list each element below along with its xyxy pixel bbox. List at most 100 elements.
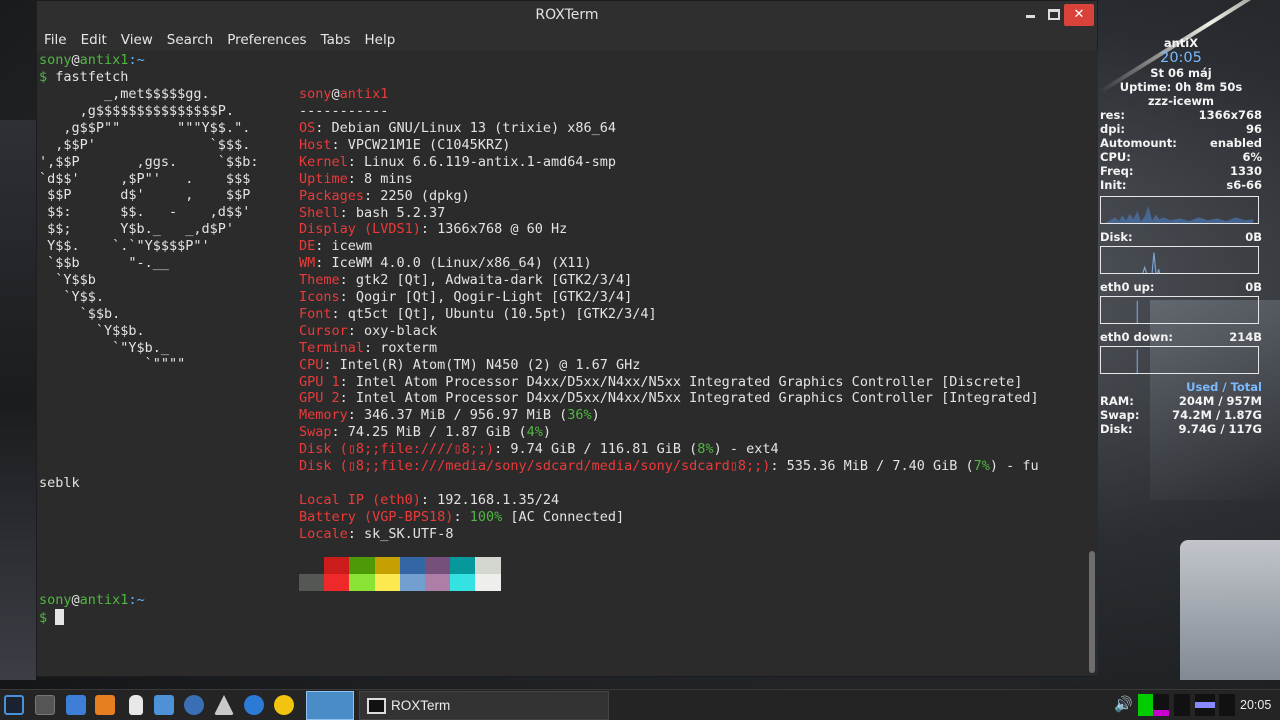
- info-key: Theme: [299, 272, 340, 289]
- conky-row: Freq: 1330: [1100, 164, 1262, 178]
- weather-icon[interactable]: [274, 695, 294, 715]
- info-at: @: [331, 86, 340, 102]
- drive-icon[interactable]: [214, 695, 234, 715]
- roxterm-window[interactable]: ROXTerm ✕ File Edit View Search Preferen…: [36, 0, 1098, 677]
- prompt-path: :~: [128, 592, 145, 608]
- conky-row: Init: s6-66: [1100, 178, 1262, 192]
- disk1-escape: ▯8;;file:////▯8;;): [347, 441, 495, 457]
- info-key: Host: [299, 136, 332, 153]
- info-key: Packages: [299, 187, 365, 204]
- volume-icon[interactable]: 🔊: [1114, 695, 1133, 713]
- disk-monitor-icon[interactable]: [1219, 694, 1235, 716]
- folder-icon[interactable]: [154, 695, 174, 715]
- battery-sep: :: [453, 509, 470, 525]
- logo-line: `$$b "-.__: [39, 255, 170, 271]
- menu-file[interactable]: File: [44, 29, 75, 51]
- color-palette: [299, 557, 501, 591]
- taskbar-clock[interactable]: 20:05: [1240, 698, 1271, 712]
- terminal-launcher-active[interactable]: [306, 691, 354, 720]
- terminal-scrollbar[interactable]: [1087, 51, 1098, 676]
- palette-swatch: [324, 557, 350, 574]
- info-key: DE: [299, 238, 316, 255]
- conky-value: enabled: [1210, 136, 1262, 150]
- memory-percent: 36%: [567, 407, 592, 423]
- prompt-symbol: $: [39, 69, 48, 85]
- input-line[interactable]: $: [39, 609, 65, 627]
- conky-disk-row: Disk: 0B: [1100, 230, 1262, 244]
- menu-preferences[interactable]: Preferences: [227, 29, 314, 51]
- locale-line: Locale: sk_SK.UTF-8: [299, 526, 453, 543]
- battery-percent: 100%: [469, 509, 503, 525]
- palette-swatch: [374, 574, 400, 591]
- conky-label: res:: [1100, 108, 1125, 122]
- info-key: Cursor: [299, 322, 348, 339]
- menu-view[interactable]: View: [121, 29, 161, 51]
- close-button[interactable]: ✕: [1064, 4, 1094, 26]
- info-line: WM: IceWM 4.0.0 (Linux/x86_64) (X11): [299, 255, 592, 272]
- battery-monitor-icon[interactable]: [1195, 694, 1215, 716]
- usage-label: Disk:: [1100, 422, 1133, 436]
- mail-icon[interactable]: [66, 695, 86, 715]
- logo-line: Y$$. `.`"Y$$$$P"': [39, 238, 210, 255]
- info-line: Terminal: roxterm: [299, 340, 437, 357]
- network-monitor-icon[interactable]: [1174, 694, 1190, 716]
- memory-monitor-icon[interactable]: [1153, 694, 1169, 716]
- prompt-path: :~: [128, 52, 145, 68]
- info-line: Kernel: Linux 6.6.119-antix.1-amd64-smp: [299, 154, 616, 171]
- logo-line: ,$$P' `$$$.: [39, 136, 251, 153]
- info-line: Packages: 2250 (dpkg): [299, 188, 470, 205]
- usage-row: Disk: 9.74G / 117G: [1100, 422, 1262, 436]
- palette-swatch: [475, 557, 501, 574]
- refresh-icon[interactable]: [95, 695, 115, 715]
- cpu-monitor-icon[interactable]: [1138, 694, 1154, 716]
- info-line: Font: qt5ct [Qt], Ubuntu (10.5pt) [GTK2/…: [299, 306, 657, 323]
- taskbar: ROXTerm 🔊 20:05: [0, 689, 1280, 720]
- trash-icon[interactable]: [129, 695, 143, 715]
- conky-time: 20:05: [1160, 50, 1202, 66]
- usage-header: Used / Total: [1186, 380, 1262, 394]
- window-titlebar[interactable]: ROXTerm ✕: [37, 1, 1097, 29]
- menu-tabs[interactable]: Tabs: [321, 29, 359, 51]
- swap-percent: 4%: [526, 424, 543, 440]
- info-key: WM: [299, 255, 316, 272]
- disk2-percent: 7%: [973, 458, 990, 474]
- info-key: Shell: [299, 204, 340, 221]
- conky-label: CPU:: [1100, 150, 1131, 164]
- logo-line: `d$$' ,$P"' . $$$: [39, 170, 251, 187]
- info-value: : icewm: [315, 238, 373, 255]
- info-line: Icons: Qogir [Qt], Qogir-Light [GTK2/3/4…: [299, 289, 632, 306]
- info-line: Shell: bash 5.2.37: [299, 205, 445, 222]
- terminal-area[interactable]: sony@antix1:~ $ fastfetch _,met$$$$$gg. …: [37, 51, 1087, 676]
- info-value: : Intel Atom Processor D4xx/D5xx/N4xx/N5…: [339, 390, 1039, 407]
- palette-swatch: [299, 574, 325, 591]
- usage-value: 9.74G / 117G: [1178, 422, 1262, 436]
- eth-down-label: eth0 down:: [1100, 330, 1174, 344]
- disk1-line: Disk (▯8;;file:////▯8;;): 9.74 GiB / 116…: [299, 441, 779, 458]
- update-icon[interactable]: [244, 695, 264, 715]
- logo-line: $$: $$. - ,d$$': [39, 204, 251, 221]
- start-menu-icon[interactable]: [4, 695, 24, 715]
- browser-icon[interactable]: [184, 695, 204, 715]
- menu-search[interactable]: Search: [167, 29, 221, 51]
- ip-value: : 192.168.1.35/24: [420, 492, 560, 508]
- swap-key: Swap: [299, 424, 332, 440]
- workspace-icon[interactable]: [35, 695, 55, 715]
- scrollbar-thumb[interactable]: [1089, 551, 1095, 673]
- disk1-percent: 8%: [697, 441, 714, 457]
- info-key: Icons: [299, 289, 340, 305]
- taskbar-task-roxterm[interactable]: ROXTerm: [359, 691, 609, 720]
- info-value: : Intel Atom Processor D4xx/D5xx/N4xx/N5…: [339, 373, 1023, 390]
- info-value: : 2250 (dpkg): [364, 187, 470, 204]
- info-line: Theme: gtk2 [Qt], Adwaita-dark [GTK2/3/4…: [299, 272, 632, 289]
- menu-edit[interactable]: Edit: [81, 29, 115, 51]
- memory-line: Memory: 346.37 MiB / 956.97 MiB (36%): [299, 407, 600, 423]
- eth-down-graph: [1100, 346, 1259, 374]
- menu-help[interactable]: Help: [364, 29, 403, 51]
- conky-value: 96: [1245, 122, 1262, 136]
- disk2-fs: ) - fu: [989, 458, 1039, 474]
- palette-swatch: [399, 557, 425, 574]
- disk-label: Disk:: [1100, 230, 1133, 244]
- conky-label: Automount:: [1100, 136, 1177, 150]
- prompt-user: sony: [39, 52, 72, 68]
- swap-line: Swap: 74.25 MiB / 1.87 GiB (4%): [299, 424, 551, 440]
